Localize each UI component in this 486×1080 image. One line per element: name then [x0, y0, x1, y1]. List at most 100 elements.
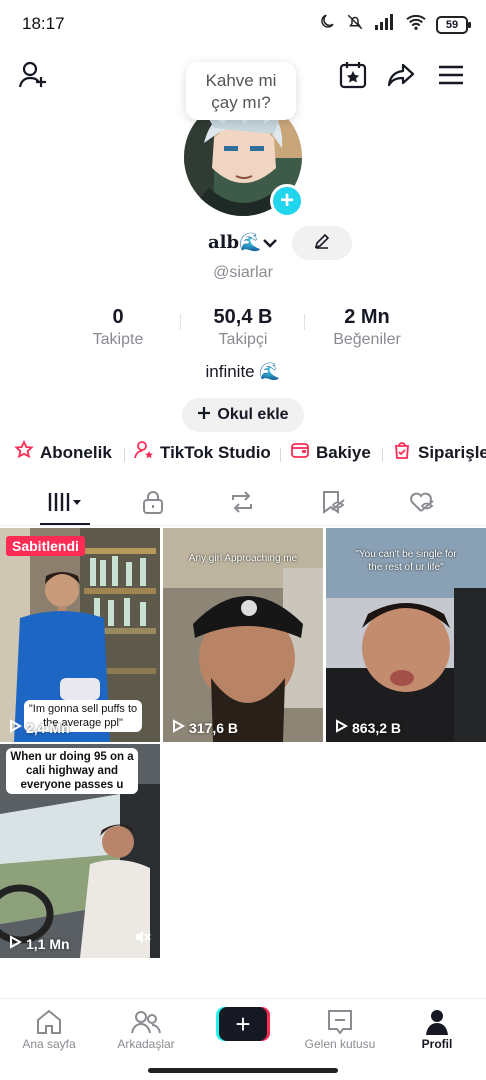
- username-handle: @siarlar: [213, 264, 273, 281]
- view-count-label: 1,1 Mn: [26, 935, 70, 952]
- stats-row: 0 Takipte 50,4 B Takipçi 2 Mn Beğeniler: [0, 306, 486, 354]
- view-count: 2,4 Mn: [8, 719, 70, 736]
- view-count: 1,1 Mn: [8, 935, 70, 952]
- nav-home[interactable]: Ana sayfa: [4, 1007, 94, 1051]
- subscription-icon: [14, 439, 34, 465]
- stat-following[interactable]: 0 Takipte: [58, 306, 178, 349]
- video-caption: When ur doing 95 on a cali highway and e…: [6, 748, 138, 794]
- nav-profile[interactable]: Profil: [392, 1007, 482, 1051]
- status-icons: 59: [318, 13, 471, 36]
- bookmark-hidden-icon: [319, 489, 347, 520]
- create-icon: +: [219, 1007, 267, 1041]
- tab-favorites[interactable]: [303, 484, 363, 524]
- lock-icon: [141, 489, 165, 520]
- dnd-moon-icon: [318, 13, 336, 36]
- home-indicator: [148, 1068, 338, 1073]
- nav-inbox[interactable]: Gelen kutusu: [295, 1007, 385, 1051]
- stat-value: 50,4 B: [213, 306, 273, 328]
- plus-icon: [197, 406, 211, 425]
- signal-icon: [374, 14, 396, 35]
- quick-link-label: Abonelik: [40, 442, 112, 462]
- note-bubble[interactable]: Kahve mi çay mı?: [186, 62, 296, 120]
- repost-icon: [228, 489, 256, 520]
- home-icon: [4, 1007, 94, 1037]
- calendar-star-icon[interactable]: [336, 58, 370, 92]
- video-thumbnail[interactable]: When ur doing 95 on a cali highway and e…: [0, 744, 160, 958]
- friends-icon: [101, 1007, 191, 1037]
- play-icon: [171, 719, 186, 736]
- quick-link-label: TikTok Studio: [160, 442, 271, 462]
- view-count-label: 863,2 B: [352, 719, 402, 736]
- grid-filter-icon: [46, 490, 86, 519]
- tab-liked[interactable]: [392, 484, 452, 524]
- mute-icon: [345, 13, 365, 36]
- status-bar: 18:17 59: [0, 0, 486, 48]
- bottom-nav: Ana sayfa Arkadaşlar + Gelen kutusu Prof…: [0, 998, 486, 1060]
- video-thumbnail[interactable]: "You can't be single for the rest of ur …: [326, 528, 486, 742]
- wallet-icon: [290, 440, 310, 465]
- nav-label: Profil: [421, 1037, 453, 1051]
- divider: [304, 314, 305, 330]
- heart-hidden-icon: [408, 489, 436, 520]
- tab-videos[interactable]: [36, 484, 96, 524]
- stat-label: Beğeniler: [333, 331, 401, 348]
- pinned-badge: Sabitlendi: [6, 536, 85, 556]
- note-line-2: çay mı?: [211, 93, 271, 112]
- video-thumbnail[interactable]: Any girl Approaching me 317,6 B: [163, 528, 323, 742]
- menu-icon[interactable]: [434, 58, 468, 92]
- note-line-1: Kahve mi: [205, 71, 277, 90]
- quick-link-studio[interactable]: TikTok Studio: [134, 440, 271, 465]
- tab-active-indicator: [40, 523, 90, 525]
- studio-icon: [134, 440, 154, 465]
- profile-icon: [392, 1007, 482, 1037]
- view-count-label: 2,4 Mn: [26, 719, 70, 736]
- battery-icon: 59: [436, 15, 471, 34]
- video-caption: "You can't be single for the rest of ur …: [355, 549, 457, 573]
- view-count-label: 317,6 B: [189, 719, 239, 736]
- add-story-button[interactable]: +: [270, 184, 304, 218]
- play-icon: [8, 719, 23, 736]
- muted-speaker-icon: [134, 929, 152, 950]
- content-tabs: [0, 484, 486, 526]
- stat-likes[interactable]: 2 Mn Beğeniler: [307, 306, 427, 349]
- tab-private[interactable]: [123, 484, 183, 524]
- nav-friends[interactable]: Arkadaşlar: [101, 1007, 191, 1051]
- status-time: 18:17: [22, 14, 65, 33]
- nav-label: Arkadaşlar: [117, 1037, 175, 1051]
- divider: [180, 314, 181, 330]
- tab-reposts[interactable]: [212, 484, 272, 524]
- view-count: 317,6 B: [171, 719, 238, 736]
- quick-link-balance[interactable]: Bakiye: [290, 440, 371, 465]
- edit-profile-button[interactable]: [292, 226, 352, 260]
- add-friend-icon[interactable]: [16, 58, 50, 92]
- nav-label: Gelen kutusu: [304, 1037, 376, 1051]
- view-count: 863,2 B: [334, 719, 401, 736]
- divider: [382, 448, 383, 462]
- add-school-button[interactable]: Okul ekle: [182, 398, 304, 432]
- quick-links-row: Abonelik TikTok Studio Bakiye Siparişle: [0, 439, 486, 468]
- orders-icon: [392, 440, 412, 465]
- name-row: alb🌊: [0, 226, 486, 262]
- stat-value: 0: [112, 306, 124, 328]
- quick-link-label: Siparişle: [418, 442, 486, 462]
- bio-text: infinite 🌊: [205, 362, 281, 381]
- video-thumbnail[interactable]: Sabitlendi "Im gonna sell puffs to the a…: [0, 528, 160, 742]
- nav-label: Ana sayfa: [22, 1037, 76, 1051]
- quick-link-label: Bakiye: [316, 442, 371, 462]
- divider: [280, 448, 281, 462]
- share-icon[interactable]: [384, 58, 418, 92]
- pencil-icon: [313, 232, 331, 255]
- quick-link-orders[interactable]: Siparişle: [392, 440, 486, 465]
- inbox-icon: [295, 1007, 385, 1037]
- display-name[interactable]: alb🌊: [208, 232, 262, 253]
- chevron-down-icon[interactable]: [261, 234, 279, 257]
- add-school-label: Okul ekle: [217, 406, 289, 423]
- stat-followers[interactable]: 50,4 B Takipçi: [183, 306, 303, 349]
- wifi-icon: [405, 13, 427, 36]
- create-button[interactable]: +: [216, 1007, 270, 1041]
- divider: [124, 448, 125, 462]
- video-caption: Any girl Approaching me: [188, 553, 298, 564]
- stat-label: Takipçi: [218, 331, 268, 348]
- play-icon: [334, 719, 349, 736]
- quick-link-subscription[interactable]: Abonelik: [14, 439, 112, 465]
